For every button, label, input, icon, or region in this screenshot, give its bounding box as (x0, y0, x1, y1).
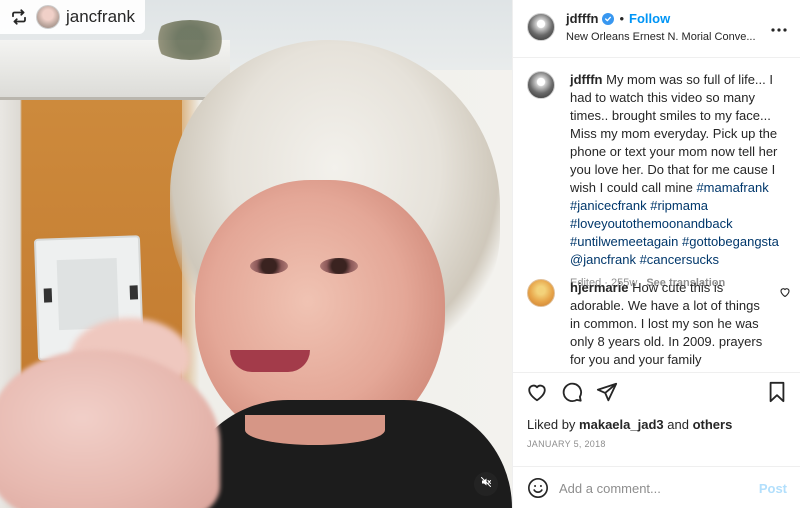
save-button[interactable] (765, 381, 789, 408)
hashtag-link[interactable]: #cancersucks (640, 252, 719, 267)
mention-link[interactable]: @jancfrank (570, 252, 636, 267)
post-comment-button[interactable]: Post (759, 481, 787, 496)
author-avatar[interactable] (527, 13, 555, 41)
likes-prefix: Liked by (527, 417, 576, 432)
repost-icon (8, 6, 30, 28)
paper-plane-icon (596, 381, 618, 408)
caption-body: My mom was so full of life... I had to w… (570, 72, 778, 195)
hashtag-link[interactable]: #mamafrank (696, 180, 768, 195)
comment-item: hjermarie How cute this is adorable. We … (527, 279, 793, 369)
post-actions-bar (513, 372, 800, 414)
verified-badge-icon (602, 12, 615, 25)
background-plant (150, 20, 230, 60)
heart-outline-icon (779, 285, 791, 302)
likes-summary: Liked by makaela_jad3 and others (527, 417, 732, 432)
hashtag-link[interactable]: #loveyoutothemoonandback (570, 216, 733, 231)
caption-author-avatar[interactable] (527, 71, 555, 99)
hashtag-link[interactable]: #gottobegangsta (682, 234, 779, 249)
like-button[interactable] (525, 382, 549, 406)
more-options-button[interactable] (769, 18, 789, 38)
woman-mouth (230, 350, 310, 372)
woman-neck (245, 415, 385, 445)
hashtag-link[interactable]: #janicecfrank (570, 198, 647, 213)
repost-username[interactable]: jancfrank (66, 7, 135, 27)
author-line: jdfffn • Follow (566, 11, 670, 26)
heart-icon (526, 381, 548, 408)
caption-username[interactable]: jdfffn (570, 72, 602, 87)
commenter-avatar[interactable] (527, 279, 555, 307)
comment-text-block: hjermarie How cute this is adorable. We … (570, 279, 773, 369)
author-username[interactable]: jdfffn (566, 11, 598, 26)
volume-muted-icon (480, 475, 492, 493)
more-horizontal-icon (771, 19, 787, 37)
follow-button[interactable]: Follow (629, 11, 670, 26)
likes-others-link[interactable]: others (693, 417, 733, 432)
likes-and: and (667, 417, 689, 432)
comment-bubble-icon (561, 381, 583, 408)
like-comment-button[interactable] (779, 285, 793, 299)
repost-banner[interactable]: jancfrank (0, 0, 145, 34)
share-button[interactable] (595, 382, 619, 406)
location-link[interactable]: New Orleans Ernest N. Morial Conve... (566, 31, 766, 43)
comment-button[interactable] (560, 382, 584, 406)
commenter-username[interactable]: hjermarie (570, 280, 629, 295)
smiley-face-icon (527, 478, 549, 503)
comments-section[interactable]: jdfffn My mom was so full of life... I h… (513, 59, 800, 371)
add-comment-input[interactable] (559, 477, 749, 499)
post-header: jdfffn • Follow New Orleans Ernest N. Mo… (513, 0, 800, 58)
post-side-panel: jdfffn • Follow New Orleans Ernest N. Mo… (512, 0, 800, 508)
post-media-video[interactable]: jancfrank (0, 0, 512, 508)
woman-hand (0, 350, 220, 508)
caption: jdfffn My mom was so full of life... I h… (527, 71, 791, 289)
repost-avatar[interactable] (36, 5, 60, 29)
hashtag-link[interactable]: #ripmama (650, 198, 708, 213)
liked-by-user-link[interactable]: makaela_jad3 (579, 417, 664, 432)
emoji-button[interactable] (527, 477, 549, 499)
woman-left-eye (250, 258, 288, 274)
add-comment-bar: Post (513, 466, 800, 508)
woman-right-eye (320, 258, 358, 274)
bookmark-icon (767, 381, 787, 408)
hashtag-link[interactable]: #untilwemeetagain (570, 234, 678, 249)
mute-button[interactable] (474, 472, 498, 496)
post-date[interactable]: JANUARY 5, 2018 (527, 439, 606, 449)
separator-dot: • (619, 11, 625, 26)
caption-text-block: jdfffn My mom was so full of life... I h… (570, 71, 791, 269)
